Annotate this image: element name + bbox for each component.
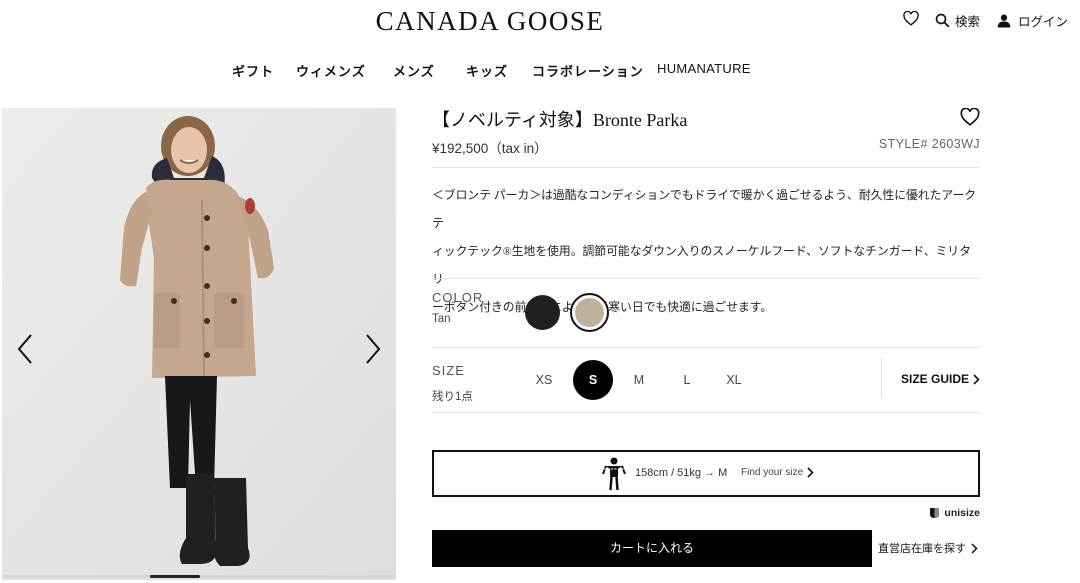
heart-icon [903, 11, 919, 26]
chevron-right-icon [807, 467, 814, 478]
next-image-arrow-icon[interactable] [362, 332, 384, 366]
size-option-xl[interactable]: XL [714, 360, 754, 400]
color-label: COLOR [432, 290, 484, 305]
size-option-xs[interactable]: XS [524, 360, 564, 400]
header: CANADA GOOSE 検索 ログイン ギフト ウィメンズ メンズ キッズ コ… [0, 0, 1080, 100]
selected-color-name: Tan [432, 313, 451, 325]
main-nav: ギフト ウィメンズ メンズ キッズ コラボレーション HUMANATURE [0, 61, 1080, 81]
description-line: ＜ブロンテ パーカ＞は過酷なコンディションでもドライで暖かく過ごせるよう、耐久性… [432, 188, 977, 230]
body-figure-icon [602, 457, 626, 491]
description-line: ーボタン付きの前立てにより、肌寒い日でも快適に過ごせます。 [432, 293, 982, 321]
product-title: 【ノベルティ対象】Bronte Parka [432, 110, 688, 130]
unisize-measurement: 158cm / 51kg → M [635, 467, 728, 479]
divider [432, 167, 980, 168]
unisize-brand-label: unisize [944, 507, 980, 519]
unisize-logo-icon [930, 508, 940, 518]
login-label: ログイン [1018, 15, 1069, 29]
add-to-cart-button[interactable]: カートに入れる [432, 530, 872, 567]
brand-logo[interactable]: CANADA GOOSE [0, 6, 980, 37]
find-your-size-label: Find your size [741, 467, 804, 478]
nav-item-womens[interactable]: ウィメンズ [296, 61, 366, 80]
stock-note: 残り1点 [432, 391, 473, 403]
nav-item-kids[interactable]: キッズ [466, 61, 508, 80]
divider [432, 278, 980, 279]
nav-item-mens[interactable]: メンズ [393, 61, 435, 80]
divider [432, 412, 980, 413]
product-description: ＜ブロンテ パーカ＞は過酷なコンディションでもドライで暖かく過ごせるよう、耐久性… [432, 181, 982, 321]
gallery-progress-indicator[interactable] [150, 575, 200, 578]
size-guide-label: SIZE GUIDE [900, 372, 969, 386]
color-swatch-black[interactable] [525, 295, 560, 330]
nav-item-gift[interactable]: ギフト [232, 61, 274, 80]
find-in-store-link[interactable]: 直営店在庫を探す [878, 540, 978, 556]
login-button[interactable]: ログイン [997, 11, 1068, 30]
find-your-size-link[interactable]: Find your size [741, 467, 814, 478]
search-label: 検索 [955, 15, 981, 29]
nav-item-humanature[interactable]: HUMANATURE [657, 61, 751, 76]
color-swatch-tan[interactable] [570, 293, 609, 332]
search-button[interactable]: 検索 [935, 11, 980, 30]
size-option-m[interactable]: M [619, 360, 659, 400]
unisize-branding: unisize [929, 507, 980, 519]
style-number: STYLE# 2603WJ [878, 137, 980, 151]
product-price: ¥192,500（tax in） [432, 141, 548, 156]
prev-image-arrow-icon[interactable] [14, 332, 36, 366]
user-icon [997, 14, 1011, 28]
find-in-store-label: 直営店在庫を探す [878, 543, 966, 555]
size-option-l[interactable]: L [667, 360, 707, 400]
color-swatch-tan-fill [575, 298, 604, 327]
nav-item-collaboration[interactable]: コラボレーション [532, 61, 644, 80]
chevron-right-icon [973, 373, 980, 385]
product-gallery[interactable] [2, 108, 396, 580]
size-guide-link[interactable]: SIZE GUIDE [901, 372, 980, 386]
divider [881, 358, 882, 398]
favorite-heart-icon[interactable] [960, 108, 980, 126]
size-label: SIZE [432, 363, 465, 378]
chevron-right-icon [971, 542, 978, 554]
wishlist-button[interactable] [903, 11, 919, 26]
divider [432, 347, 980, 348]
size-option-s[interactable]: S [573, 360, 613, 400]
search-icon [935, 13, 950, 28]
product-photo [2, 108, 396, 580]
unisize-widget[interactable]: 158cm / 51kg → M Find your size [432, 450, 980, 497]
description-line: ィックテック®生地を使用。調節可能なダウン入りのスノーケルフード、ソフトなチンガ… [432, 244, 971, 286]
